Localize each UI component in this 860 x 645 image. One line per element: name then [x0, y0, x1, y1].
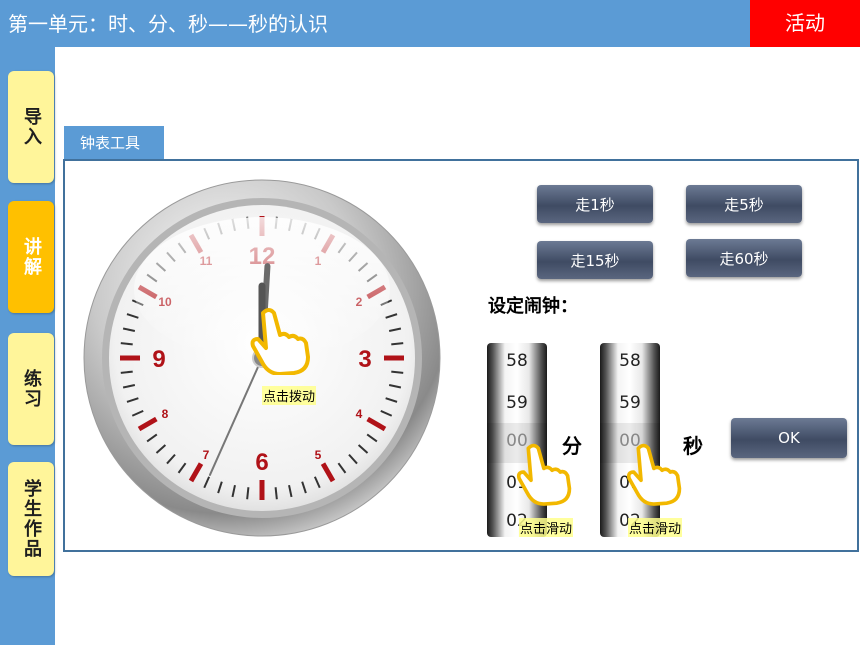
minute-tick — [391, 370, 404, 374]
minute-tick — [391, 342, 404, 346]
activity-button[interactable]: 活动 — [750, 0, 860, 47]
header-bar: 第一单元：时、分、秒——秒的认识 — [0, 0, 860, 47]
alarm-label: 设定闹钟： — [488, 296, 578, 317]
second-roller-hint: 点击滑动 — [628, 518, 683, 537]
tab-clock-tool[interactable]: 钟表工具 — [64, 126, 164, 160]
clock-number: 8 — [162, 407, 169, 421]
clock-number: 5 — [315, 448, 322, 462]
second-unit-label: 秒 — [683, 434, 703, 458]
sidebar-item-explain[interactable]: 讲解 — [8, 201, 54, 313]
clock-number: 3 — [358, 346, 371, 373]
minute-roller-hint: 点击滑动 — [519, 518, 574, 537]
minute-tick — [246, 487, 250, 500]
step-1-second-button[interactable]: 走1秒 — [537, 185, 653, 223]
roller-number: 58 — [619, 351, 641, 371]
clock-number: 6 — [255, 449, 268, 476]
ok-button[interactable]: OK — [731, 418, 847, 458]
app-root: 第一单元：时、分、秒——秒的认识 活动 导入 讲解 练习 学生作品 钟表工具 3… — [0, 0, 860, 645]
sidebar-item-practice[interactable]: 练习 — [8, 333, 54, 445]
roller-number: 59 — [619, 393, 641, 413]
clock-number: 7 — [203, 448, 210, 462]
step-5-seconds-button[interactable]: 走5秒 — [686, 185, 802, 223]
pointer-hand-icon — [626, 443, 682, 506]
pointer-hand-icon — [516, 443, 572, 506]
clock-hint-label: 点击拨动 — [262, 386, 317, 405]
minute-tick — [120, 342, 133, 346]
step-60-seconds-button[interactable]: 走60秒 — [686, 239, 802, 277]
sidebar-item-student-works[interactable]: 学生作品 — [8, 462, 54, 576]
sidebar-item-intro[interactable]: 导入 — [8, 71, 54, 183]
clock-number: 9 — [152, 346, 165, 373]
step-15-seconds-button[interactable]: 走15秒 — [537, 241, 653, 279]
clock-number: 4 — [356, 407, 363, 421]
roller-number: 58 — [506, 351, 528, 371]
roller-number: 59 — [506, 393, 528, 413]
minute-tick — [274, 487, 278, 500]
page-title: 第一单元：时、分、秒——秒的认识 — [8, 12, 328, 36]
minute-tick — [120, 370, 133, 374]
pointer-hand-icon — [250, 308, 310, 375]
